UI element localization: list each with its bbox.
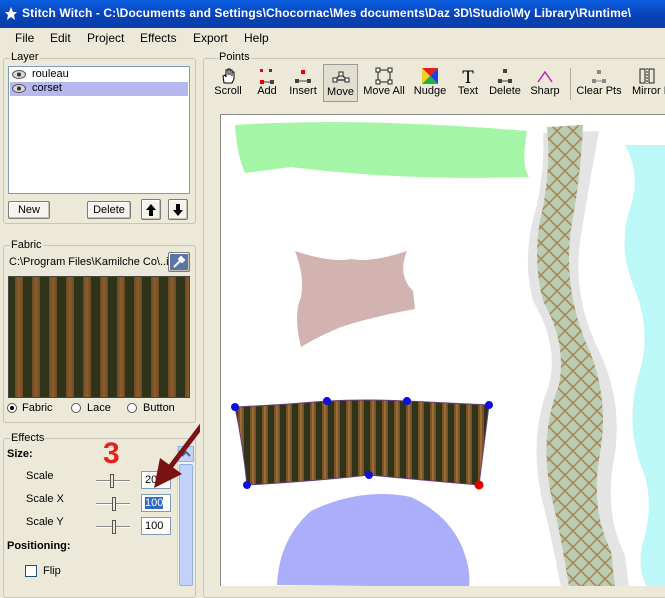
layer-group-label: Layer: [10, 51, 40, 63]
scale-slider-thumb[interactable]: [110, 474, 114, 488]
app-icon: [5, 7, 17, 20]
layer-item-rouleau[interactable]: rouleau: [10, 68, 188, 82]
eyedropper-icon: [173, 255, 186, 268]
browse-fabric-button[interactable]: [168, 252, 190, 272]
fabric-group-label: Fabric: [10, 239, 43, 251]
cyan-pattern-piece[interactable]: [624, 145, 665, 586]
scale-y-slider-thumb[interactable]: [112, 520, 116, 534]
sharp-icon: [537, 70, 553, 83]
hand-icon: [222, 68, 235, 84]
window-title: Stitch Witch - C:\Documents and Settings…: [22, 6, 632, 20]
tool-add[interactable]: Add: [252, 64, 282, 102]
flip-checkbox[interactable]: [25, 565, 37, 577]
eye-icon[interactable]: [12, 70, 26, 79]
fabric-radio[interactable]: [7, 403, 17, 413]
step-number-annotation: 3: [103, 437, 120, 470]
flip-label: Flip: [43, 565, 61, 577]
menu-bar: File Edit Project Effects Export Help: [0, 28, 665, 48]
menu-project[interactable]: Project: [87, 31, 124, 45]
pink-pattern-piece[interactable]: [295, 251, 415, 347]
move-layer-down-button[interactable]: [168, 199, 188, 220]
layer-name: rouleau: [32, 68, 69, 80]
new-layer-button[interactable]: New: [8, 201, 50, 219]
tool-delete[interactable]: Delete: [486, 64, 524, 102]
scale-x-label: Scale X: [26, 493, 64, 505]
scale-x-slider-thumb[interactable]: [112, 497, 116, 511]
svg-text:T: T: [462, 68, 474, 85]
tool-scroll[interactable]: Scroll: [212, 64, 244, 102]
menu-effects[interactable]: Effects: [140, 31, 176, 45]
menu-edit[interactable]: Edit: [50, 31, 71, 45]
eye-icon[interactable]: [12, 84, 26, 93]
layer-item-corset[interactable]: corset: [10, 82, 188, 96]
add-point-icon: [260, 69, 274, 84]
scale-y-input[interactable]: 100: [141, 517, 171, 535]
scale-label: Scale: [26, 470, 54, 482]
tool-mirror[interactable]: Mirror P: [628, 64, 665, 102]
tool-clear-pts[interactable]: Clear Pts: [574, 64, 624, 102]
text-icon: T: [462, 68, 474, 85]
tool-text[interactable]: T Text: [452, 64, 484, 102]
lace-radio-label: Lace: [87, 402, 111, 414]
insert-point-icon: [295, 70, 311, 83]
arrow-up-icon: [146, 204, 156, 216]
arrow-down-icon: [173, 204, 183, 216]
clear-points-icon: [592, 70, 606, 83]
tool-sharp[interactable]: Sharp: [528, 64, 562, 102]
mirror-icon: [639, 68, 654, 84]
scale-y-label: Scale Y: [26, 516, 64, 528]
scale-x-input[interactable]: 100: [141, 494, 171, 512]
nudge-icon: [422, 68, 438, 84]
canvas-drawing: [231, 122, 665, 586]
layer-list[interactable]: rouleau corset: [8, 66, 190, 194]
fabric-path: C:\Program Files\Kamilche Co\..ing: [9, 256, 169, 268]
green-pattern-piece[interactable]: [235, 122, 529, 178]
tool-nudge[interactable]: Nudge: [412, 64, 448, 102]
menu-export[interactable]: Export: [193, 31, 228, 45]
move-all-icon: [375, 67, 393, 85]
fabric-preview: [8, 276, 190, 398]
positioning-label: Positioning:: [7, 540, 71, 552]
title-bar: Stitch Witch - C:\Documents and Settings…: [0, 0, 665, 28]
tool-move-all[interactable]: Move All: [362, 64, 406, 102]
move-point-icon: [332, 71, 349, 83]
effects-group-label: Effects: [10, 432, 46, 444]
lace-radio[interactable]: [71, 403, 81, 413]
layer-name: corset: [32, 82, 62, 94]
pattern-canvas[interactable]: [220, 114, 665, 586]
menu-file[interactable]: File: [15, 31, 34, 45]
points-group-label: Points: [218, 51, 251, 63]
delete-layer-button[interactable]: Delete: [87, 201, 131, 219]
move-layer-up-button[interactable]: [141, 199, 161, 220]
size-label: Size:: [7, 448, 33, 460]
toolbar-separator: [570, 68, 571, 100]
points-toolbar: Scroll Add Insert Move Move All Nudge T …: [210, 64, 665, 102]
fabric-radio-label: Fabric: [22, 402, 53, 414]
button-radio[interactable]: [127, 403, 137, 413]
tool-move[interactable]: Move: [323, 64, 358, 102]
delete-point-icon: [498, 69, 512, 83]
corset-pattern-piece[interactable]: [234, 399, 490, 486]
tool-insert[interactable]: Insert: [284, 64, 322, 102]
menu-help[interactable]: Help: [244, 31, 269, 45]
blue-pattern-piece[interactable]: [277, 494, 470, 586]
